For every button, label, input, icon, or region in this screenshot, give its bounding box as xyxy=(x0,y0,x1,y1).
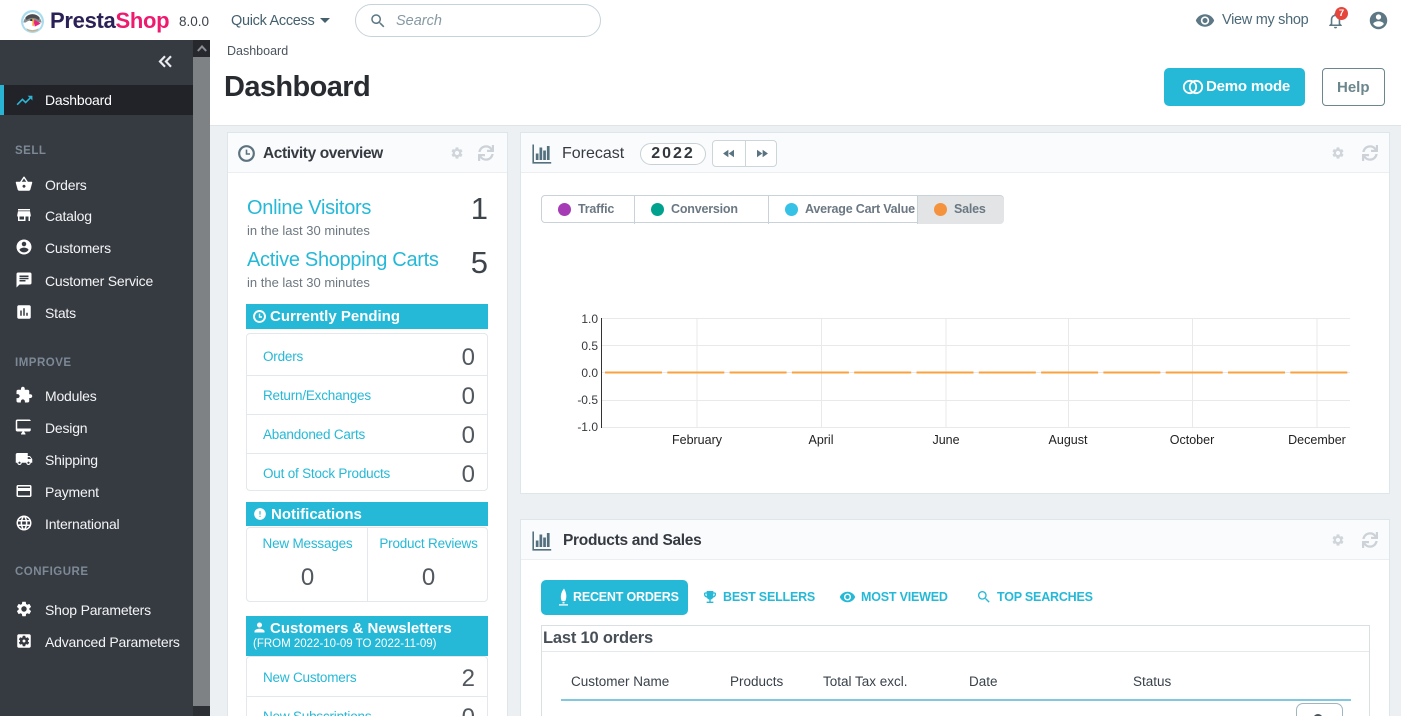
svg-text:June: June xyxy=(932,433,959,447)
svg-text:1.0: 1.0 xyxy=(581,312,598,326)
svg-text:February: February xyxy=(672,433,723,447)
svg-text:0.0: 0.0 xyxy=(581,366,598,380)
svg-text:August: August xyxy=(1049,433,1088,447)
svg-text:October: October xyxy=(1170,433,1214,447)
svg-text:December: December xyxy=(1288,433,1346,447)
svg-text:-1.0: -1.0 xyxy=(577,420,598,434)
svg-text:-0.5: -0.5 xyxy=(577,393,598,407)
svg-text:0.5: 0.5 xyxy=(581,339,598,353)
svg-text:April: April xyxy=(808,433,833,447)
